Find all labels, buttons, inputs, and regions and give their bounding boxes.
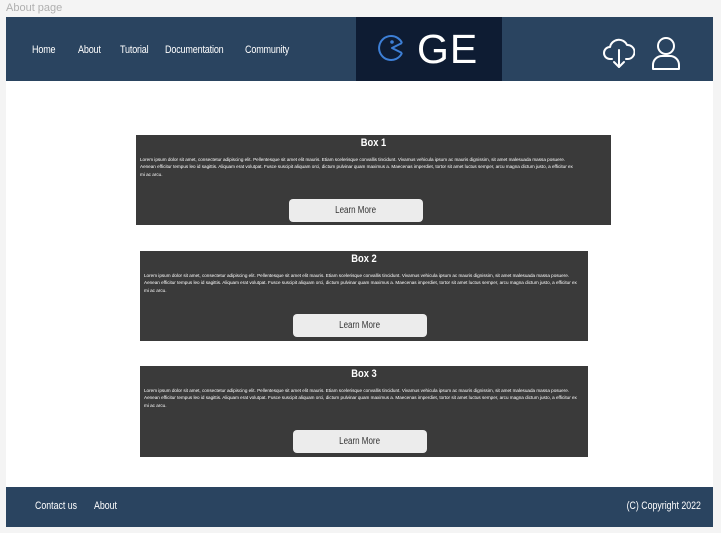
copyright-text: (C) Copyright 2022 bbox=[626, 500, 701, 512]
about-page: Home About Tutorial Documentation Commun… bbox=[6, 17, 713, 527]
learn-more-button[interactable]: Learn More bbox=[293, 314, 427, 337]
nav-documentation[interactable]: Documentation bbox=[165, 44, 224, 56]
user-icon[interactable] bbox=[650, 35, 682, 71]
footer-about-link[interactable]: About bbox=[94, 500, 117, 512]
nav-about[interactable]: About bbox=[78, 44, 101, 56]
site-header: Home About Tutorial Documentation Commun… bbox=[6, 17, 713, 81]
site-logo[interactable]: GE bbox=[356, 17, 502, 81]
nav-community[interactable]: Community bbox=[245, 44, 289, 56]
frame-label: About page bbox=[6, 2, 63, 14]
info-card-1: Box 1 Lorem ipsum dolor sit amet, consec… bbox=[136, 135, 611, 225]
logo-text: GE bbox=[417, 26, 479, 72]
cloud-download-icon[interactable] bbox=[603, 35, 635, 71]
info-card-3: Box 3 Lorem ipsum dolor sit amet, consec… bbox=[140, 366, 588, 457]
learn-more-button[interactable]: Learn More bbox=[293, 430, 427, 453]
card-body: Lorem ipsum dolor sit amet, consectetur … bbox=[144, 388, 577, 408]
nav-home[interactable]: Home bbox=[32, 44, 56, 56]
card-title: Box 1 bbox=[360, 137, 387, 149]
learn-more-button[interactable]: Learn More bbox=[289, 199, 423, 222]
card-body: Lorem ipsum dolor sit amet, consectetur … bbox=[140, 157, 573, 177]
button-label: Learn More bbox=[335, 205, 377, 216]
card-title: Box 2 bbox=[351, 253, 377, 265]
card-title: Box 3 bbox=[351, 368, 377, 380]
footer-contact-link[interactable]: Contact us bbox=[35, 500, 77, 512]
button-label: Learn More bbox=[339, 436, 381, 447]
nav-tutorial[interactable]: Tutorial bbox=[120, 44, 149, 56]
site-footer: Contact us About (C) Copyright 2022 bbox=[6, 487, 713, 527]
info-card-2: Box 2 Lorem ipsum dolor sit amet, consec… bbox=[140, 251, 588, 341]
button-label: Learn More bbox=[339, 320, 381, 331]
pacman-logo-icon bbox=[378, 34, 403, 61]
card-body: Lorem ipsum dolor sit amet, consectetur … bbox=[144, 273, 577, 293]
